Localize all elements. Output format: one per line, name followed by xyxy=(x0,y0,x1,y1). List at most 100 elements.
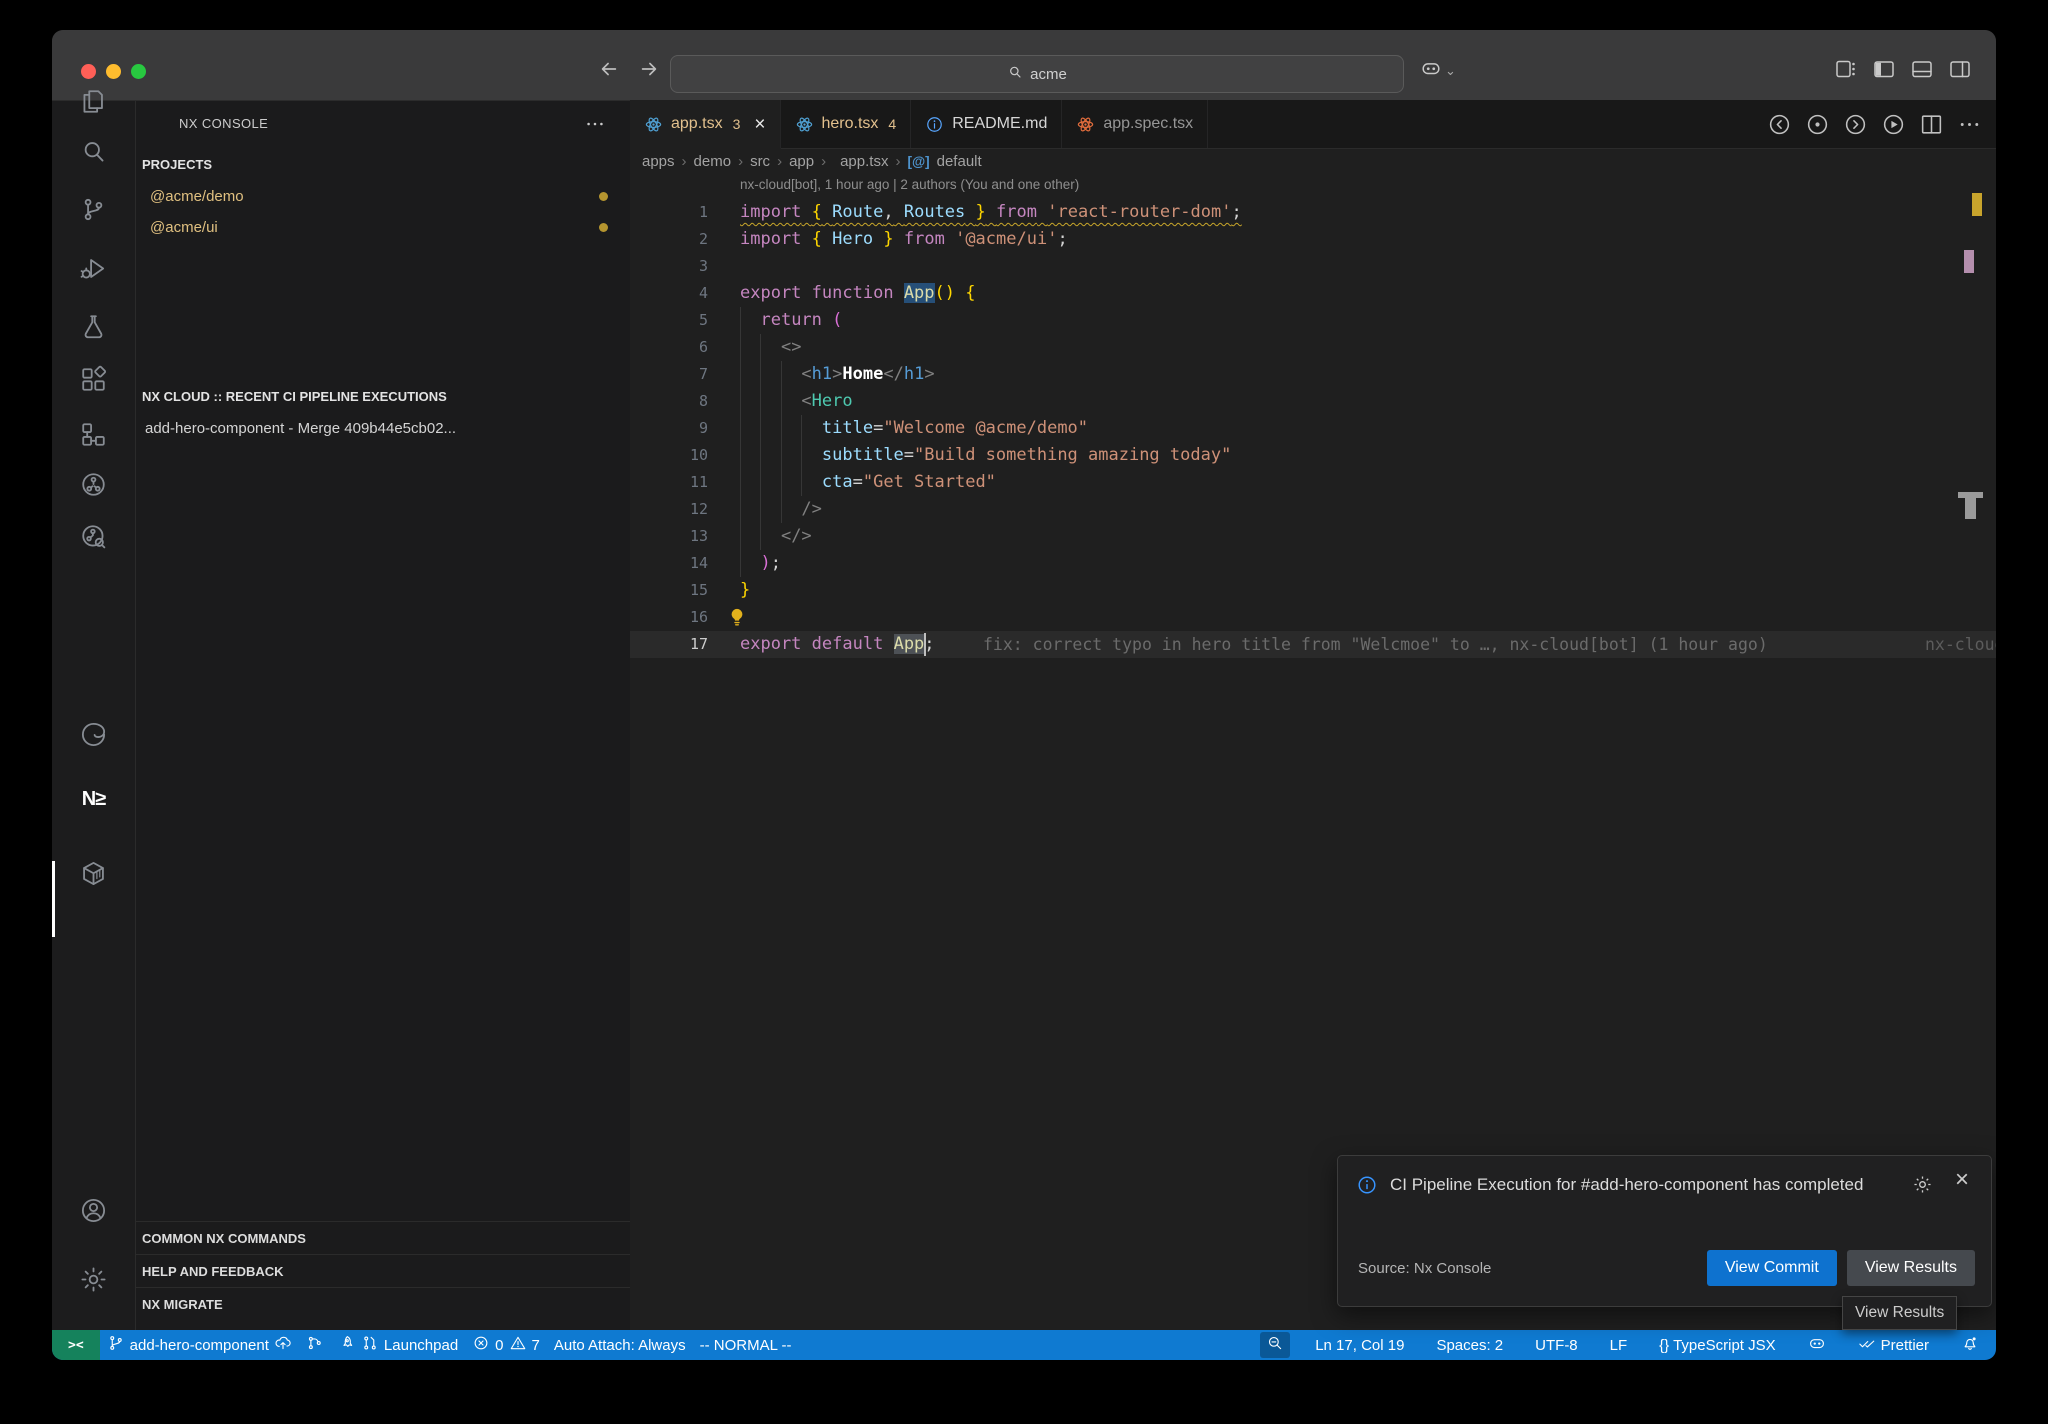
tab-app-spec-tsx[interactable]: app.spec.tsx xyxy=(1062,100,1208,148)
statusbar-copilot-status[interactable] xyxy=(1801,1330,1833,1360)
breadcrumb-item-app-tsx[interactable]: app.tsx xyxy=(840,153,888,170)
copilot-menu-button[interactable]: ⌄ xyxy=(1420,57,1456,84)
section-nx-migrate[interactable]: NX MIGRATE xyxy=(136,1287,630,1321)
statusbar-encoding[interactable]: UTF-8 xyxy=(1528,1330,1585,1360)
code-line-16[interactable]: 16 xyxy=(630,604,1996,631)
activity-item-run-debug[interactable] xyxy=(52,244,135,292)
section-projects[interactable]: PROJECTS xyxy=(136,149,630,179)
breadcrumb-item-default[interactable]: default xyxy=(937,153,982,170)
activity-item-nx-console[interactable]: N≥ xyxy=(52,775,135,823)
statusbar-formatter[interactable]: Prettier xyxy=(1851,1330,1936,1360)
activity-item-source-control[interactable] xyxy=(52,185,135,233)
nav-fwd-circle-icon[interactable] xyxy=(1843,112,1868,137)
editor-group: app.tsx3×hero.tsx4README.mdapp.spec.tsx … xyxy=(630,100,1996,1330)
code-line-11[interactable]: 11 cta="Get Started" xyxy=(630,469,1996,496)
tab-app-tsx[interactable]: app.tsx3× xyxy=(630,100,781,149)
circle-dot-icon[interactable] xyxy=(1805,112,1830,137)
statusbar-commit-graph-item[interactable] xyxy=(299,1330,331,1360)
history-forward-button[interactable] xyxy=(638,58,666,86)
notification-settings-icon[interactable] xyxy=(1912,1174,1933,1195)
code-line-6[interactable]: 6 <> xyxy=(630,334,1996,361)
section-nx-cloud[interactable]: NX CLOUD :: RECENT CI PIPELINE EXECUTION… xyxy=(136,381,630,411)
activity-item-nx-project-graph[interactable] xyxy=(52,410,135,458)
tab-hero-tsx[interactable]: hero.tsx4 xyxy=(781,100,912,148)
view-commit-button[interactable]: View Commit xyxy=(1707,1250,1837,1286)
activity-item-explorer[interactable] xyxy=(52,77,135,125)
code-line-2[interactable]: 2import { Hero } from '@acme/ui'; xyxy=(630,226,1996,253)
line-text: <> xyxy=(740,337,801,357)
pipeline-execution-item[interactable]: add-hero-component - Merge 409b44e5cb02.… xyxy=(136,413,630,443)
code-line-13[interactable]: 13 </> xyxy=(630,523,1996,550)
breadcrumb-item-apps[interactable]: apps xyxy=(642,153,675,170)
code-line-7[interactable]: 7 <h1>Home</h1> xyxy=(630,361,1996,388)
statusbar-eol[interactable]: LF xyxy=(1603,1330,1635,1360)
symbol-default-icon: [@] xyxy=(907,154,929,169)
statusbar-cursor-position[interactable]: Ln 17, Col 19 xyxy=(1308,1330,1411,1360)
statusbar-auto-attach-item[interactable]: Auto Attach: Always xyxy=(547,1330,693,1360)
section-help-and-feedback[interactable]: HELP AND FEEDBACK xyxy=(136,1254,630,1288)
statusbar-git-branch-item[interactable]: add-hero-component xyxy=(100,1330,299,1360)
layout-panel-icon[interactable] xyxy=(1910,57,1934,81)
activity-item-account[interactable] xyxy=(52,1186,135,1234)
text-cursor xyxy=(924,633,926,656)
code-line-1[interactable]: 1import { Route, Routes } from 'react-ro… xyxy=(630,199,1996,226)
section-label: NX CLOUD :: RECENT CI PIPELINE EXECUTION… xyxy=(142,389,447,404)
activity-item-gitlens-inspect[interactable] xyxy=(52,460,135,508)
code-line-12[interactable]: 12 /> xyxy=(630,496,1996,523)
nav-back-circle-icon[interactable] xyxy=(1767,112,1792,137)
ellipsis-icon[interactable] xyxy=(1957,112,1982,137)
code-line-9[interactable]: 9 title="Welcome @acme/demo" xyxy=(630,415,1996,442)
statusbar-language-mode[interactable]: {} TypeScript JSX xyxy=(1652,1330,1782,1360)
layout-sidebar-right-icon[interactable] xyxy=(1948,57,1972,81)
statusbar-notifications-bell[interactable] xyxy=(1954,1330,1986,1360)
code-line-15[interactable]: 15} xyxy=(630,577,1996,604)
statusbar-remote-indicator[interactable]: >< xyxy=(52,1330,100,1360)
statusbar-indentation[interactable]: Spaces: 2 xyxy=(1429,1330,1510,1360)
line-text: cta="Get Started" xyxy=(740,472,996,492)
breadcrumb-item-src[interactable]: src xyxy=(750,153,770,170)
code-line-17[interactable]: 17export default App;fix: correct typo i… xyxy=(630,631,1996,658)
activity-item-gitlens-search[interactable] xyxy=(52,512,135,560)
tab-close-icon[interactable]: × xyxy=(754,115,765,134)
activity-item-testing[interactable] xyxy=(52,302,135,350)
breadcrumb-item-demo[interactable]: demo xyxy=(694,153,732,170)
activity-item-edge-tools[interactable] xyxy=(52,710,135,758)
project-tree-item[interactable]: @acme/ui xyxy=(136,212,630,242)
cloud-upload-icon xyxy=(274,1334,292,1356)
layout-sidebar-left-icon[interactable] xyxy=(1872,57,1896,81)
tab-README-md[interactable]: README.md xyxy=(911,100,1062,148)
view-results-button[interactable]: View Results xyxy=(1847,1250,1975,1286)
activity-item-settings[interactable] xyxy=(52,1255,135,1303)
notification-close-icon[interactable]: × xyxy=(1955,1168,1969,1192)
more-actions-icon[interactable] xyxy=(584,113,606,135)
breadcrumb-item-app[interactable]: app xyxy=(789,153,814,170)
section-common-nx-commands[interactable]: COMMON NX COMMANDS xyxy=(136,1221,630,1255)
tab-label: README.md xyxy=(952,115,1047,133)
nx-logo-icon: N≥ xyxy=(82,788,105,811)
code-line-5[interactable]: 5 return ( xyxy=(630,307,1996,334)
layout-customize-icon[interactable] xyxy=(1834,57,1858,81)
activity-item-search[interactable] xyxy=(52,127,135,175)
code-line-3[interactable]: 3 xyxy=(630,253,1996,280)
lightbulb-icon[interactable] xyxy=(726,606,748,628)
command-center-search[interactable]: acme xyxy=(670,55,1404,93)
split-editor-icon[interactable] xyxy=(1919,112,1944,137)
run-circle-icon[interactable] xyxy=(1881,112,1906,137)
code-line-8[interactable]: 8 <Hero xyxy=(630,388,1996,415)
line-text: subtitle="Build something amazing today" xyxy=(740,445,1231,465)
overview-ruler-mark xyxy=(1972,193,1982,216)
code-line-10[interactable]: 10 subtitle="Build something amazing tod… xyxy=(630,442,1996,469)
modified-dot xyxy=(599,223,608,232)
statusbar-launchpad-item[interactable]: Launchpad xyxy=(331,1330,465,1360)
line-number: 15 xyxy=(630,577,740,604)
statusbar-problems-item[interactable]: 07 xyxy=(465,1330,547,1360)
activity-item-extensions[interactable] xyxy=(52,355,135,403)
history-back-button[interactable] xyxy=(598,58,626,86)
project-tree-item[interactable]: @acme/demo xyxy=(136,181,630,211)
error-icon xyxy=(472,1334,490,1356)
activity-item-containers[interactable] xyxy=(52,849,135,897)
statusbar-vim-mode-item[interactable]: -- NORMAL -- xyxy=(693,1330,799,1360)
code-line-14[interactable]: 14 ); xyxy=(630,550,1996,577)
code-line-4[interactable]: 4export function App() { xyxy=(630,280,1996,307)
statusbar-zoom-indicator[interactable] xyxy=(1260,1332,1290,1358)
